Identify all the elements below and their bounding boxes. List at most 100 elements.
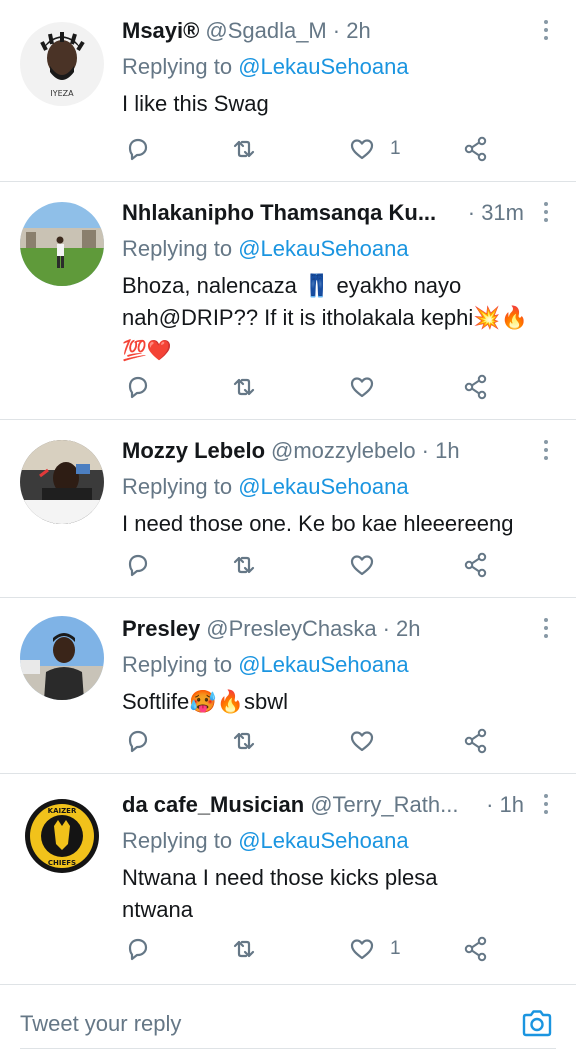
tweet-text: I like this Swag xyxy=(122,88,552,120)
like-button[interactable]: 1 xyxy=(348,934,401,964)
share-button[interactable] xyxy=(462,372,490,402)
mention-link[interactable]: @LekauSehoana xyxy=(238,474,408,499)
tweet-text-line: nah@DRIP?? If it is itholakala kephi💥🔥 xyxy=(122,305,529,330)
retweet-button[interactable] xyxy=(230,372,258,402)
reply-input[interactable]: Tweet your reply xyxy=(20,1011,181,1037)
tweet-text-line: I like this Swag xyxy=(122,91,269,116)
retweet-button[interactable] xyxy=(230,726,258,756)
timestamp: · 1h xyxy=(421,438,460,463)
avatar-text: KAIZER xyxy=(48,807,77,815)
reply-button[interactable] xyxy=(124,550,152,580)
tweet-text-line: 💯❤️ xyxy=(122,338,172,362)
like-button[interactable] xyxy=(348,550,390,580)
tweet-reply[interactable]: Nhlakanipho Thamsanqa Ku... · 31m Replyi… xyxy=(0,182,576,420)
tweet-header: Presley @PresleyChaska · 2h xyxy=(122,616,524,642)
reply-composer[interactable]: Tweet your reply xyxy=(0,984,576,1057)
tweet-reply[interactable]: Mozzy Lebelo @mozzylebelo · 1h Replying … xyxy=(0,420,576,598)
replying-prefix: Replying to xyxy=(122,236,239,261)
retweet-icon xyxy=(233,378,255,396)
display-name[interactable]: da cafe_Musician xyxy=(122,792,304,818)
mention-link[interactable]: @LekauSehoana xyxy=(238,652,408,677)
tweet-reply[interactable]: IYEZA Msayi® @Sgadla_M · 2h Replying to … xyxy=(0,0,576,182)
share-icon xyxy=(464,936,487,962)
tweet-actions xyxy=(122,372,496,402)
like-count: 1 xyxy=(390,938,401,959)
mention-link[interactable]: @LekauSehoana xyxy=(238,828,408,853)
avatar[interactable] xyxy=(20,616,104,700)
mention-link[interactable]: @LekauSehoana xyxy=(238,236,408,261)
tweet-text-line: ntwana xyxy=(122,897,193,922)
share-icon xyxy=(464,136,487,162)
retweet-button[interactable] xyxy=(230,934,258,964)
more-vertical-icon[interactable] xyxy=(538,794,554,818)
tweet-header: da cafe_Musician @Terry_Rath... · 1h xyxy=(122,792,524,818)
reply-button[interactable] xyxy=(124,134,152,164)
reply-button[interactable] xyxy=(124,726,152,756)
tweet-text-line: Ntwana I need those kicks plesa xyxy=(122,865,438,890)
reply-button[interactable] xyxy=(124,372,152,402)
timestamp: · 2h xyxy=(382,616,421,641)
replying-to: Replying to @LekauSehoana xyxy=(122,236,409,262)
retweet-button[interactable] xyxy=(230,550,258,580)
replying-prefix: Replying to xyxy=(122,474,239,499)
tweet-actions: 1 xyxy=(122,934,496,964)
avatar[interactable] xyxy=(20,202,104,286)
display-name[interactable]: Msayi® xyxy=(122,18,199,44)
retweet-icon xyxy=(233,140,255,158)
heart-icon xyxy=(350,555,374,576)
timestamp: · 31m xyxy=(467,200,524,225)
tweet-text: Softlife🥵🔥sbwl xyxy=(122,686,552,718)
tweet-text: Ntwana I need those kicks plesa ntwana xyxy=(122,862,552,926)
like-button[interactable]: 1 xyxy=(348,134,401,164)
retweet-button[interactable] xyxy=(230,134,258,164)
more-vertical-icon[interactable] xyxy=(538,202,554,226)
tweet-header: Nhlakanipho Thamsanqa Ku... · 31m xyxy=(122,200,524,226)
like-count: 1 xyxy=(390,138,401,159)
share-icon xyxy=(464,374,487,400)
tweet-header: Msayi® @Sgadla_M · 2h xyxy=(122,18,524,44)
replying-prefix: Replying to xyxy=(122,652,239,677)
share-icon xyxy=(464,728,487,754)
tweet-text-line: Softlife🥵🔥sbwl xyxy=(122,689,289,714)
user-handle[interactable]: @PresleyChaska xyxy=(206,616,376,642)
camera-icon[interactable] xyxy=(520,1007,554,1041)
share-button[interactable] xyxy=(462,934,490,964)
like-button[interactable] xyxy=(348,726,390,756)
user-handle[interactable]: @Terry_Rath... xyxy=(310,792,458,818)
tweet-text-line: I need those one. Ke bo kae hleeereeng xyxy=(122,511,514,536)
tweet-reply[interactable]: Presley @PresleyChaska · 2h Replying to … xyxy=(0,598,576,774)
reply-button[interactable] xyxy=(124,934,152,964)
heart-icon xyxy=(350,139,374,160)
user-handle[interactable]: @Sgadla_M xyxy=(205,18,326,44)
display-name[interactable]: Mozzy Lebelo xyxy=(122,438,265,464)
reply-icon xyxy=(128,730,148,753)
avatar[interactable]: IYEZA xyxy=(20,22,104,106)
retweet-icon xyxy=(233,732,255,750)
replying-prefix: Replying to xyxy=(122,54,239,79)
reply-icon xyxy=(128,376,148,399)
tweet-header: Mozzy Lebelo @mozzylebelo · 1h xyxy=(122,438,524,464)
heart-icon xyxy=(350,939,374,960)
tweet-reply[interactable]: KAIZER CHIEFS da cafe_Musician @Terry_Ra… xyxy=(0,774,576,984)
tweet-text-line: Bhoza, nalencaza 👖 eyakho nayo xyxy=(122,273,462,298)
retweet-icon xyxy=(233,556,255,574)
display-name[interactable]: Presley xyxy=(122,616,200,642)
like-button[interactable] xyxy=(348,372,390,402)
avatar-text: IYEZA xyxy=(50,89,74,98)
avatar[interactable]: KAIZER CHIEFS xyxy=(20,794,104,878)
more-vertical-icon[interactable] xyxy=(538,618,554,642)
avatar-text: CHIEFS xyxy=(48,859,76,867)
replying-to: Replying to @LekauSehoana xyxy=(122,54,409,80)
more-vertical-icon[interactable] xyxy=(538,20,554,44)
input-underline xyxy=(20,1048,556,1049)
share-button[interactable] xyxy=(462,134,490,164)
mention-link[interactable]: @LekauSehoana xyxy=(238,54,408,79)
share-button[interactable] xyxy=(462,726,490,756)
reply-icon xyxy=(128,938,148,961)
avatar[interactable] xyxy=(20,440,104,524)
share-button[interactable] xyxy=(462,550,490,580)
display-name[interactable]: Nhlakanipho Thamsanqa Ku... xyxy=(122,200,436,226)
replying-to: Replying to @LekauSehoana xyxy=(122,474,409,500)
more-vertical-icon[interactable] xyxy=(538,440,554,464)
user-handle[interactable]: @mozzylebelo xyxy=(271,438,416,464)
